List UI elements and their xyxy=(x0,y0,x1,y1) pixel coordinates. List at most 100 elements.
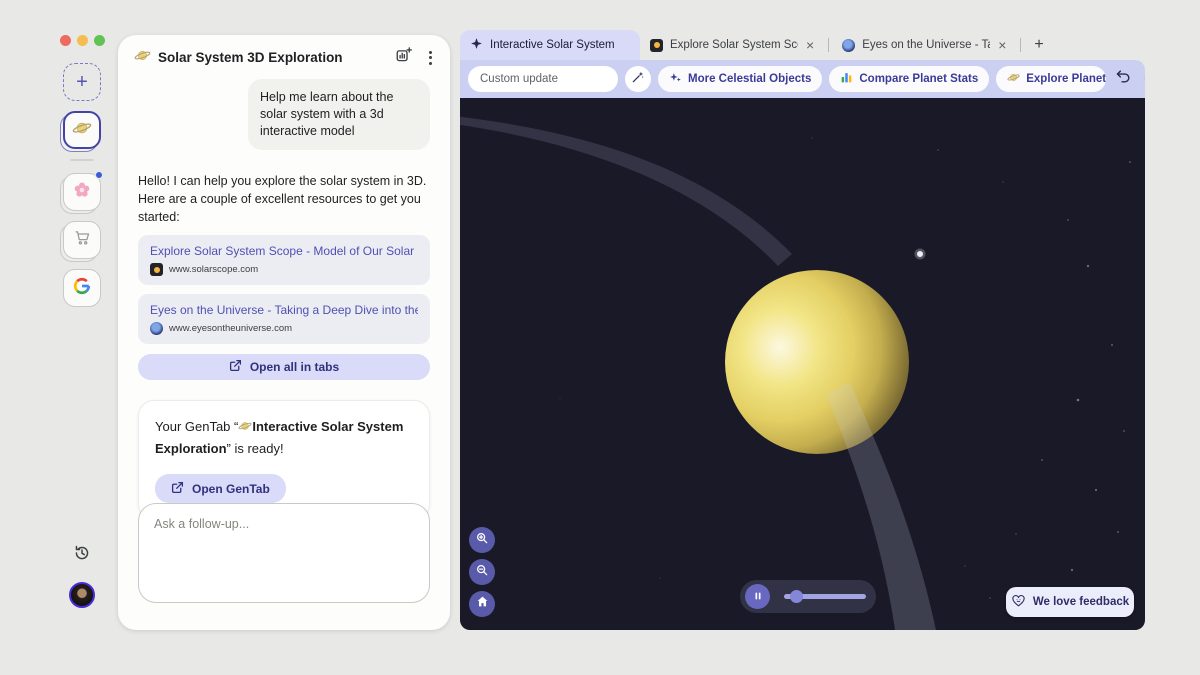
cart-icon xyxy=(74,229,91,251)
minimize-window-button[interactable] xyxy=(77,35,88,46)
redo-button[interactable] xyxy=(1140,69,1145,89)
new-tab-button[interactable]: + xyxy=(1034,36,1043,54)
sidebar-item-blossom[interactable] xyxy=(63,173,101,211)
magic-wand-icon xyxy=(631,70,645,89)
rail-divider xyxy=(70,159,94,161)
tool-button-label: Compare Planet Stats xyxy=(859,73,978,85)
saturn-icon xyxy=(134,47,151,69)
tool-button-label: Explore Planet Surfa xyxy=(1026,73,1106,85)
add-to-canvas-icon[interactable] xyxy=(395,46,413,69)
tab-interactive-solar-system[interactable]: Interactive Solar System Explor... xyxy=(460,30,640,60)
link-title: Explore Solar System Scope - Model of Ou… xyxy=(150,244,418,258)
sparkle-icon xyxy=(470,37,483,53)
link-url: www.solarscope.com xyxy=(169,264,258,275)
redo-icon xyxy=(1142,68,1145,90)
solar-system-scene xyxy=(460,98,1145,630)
feedback-button[interactable]: We love feedback xyxy=(1006,587,1134,617)
google-icon xyxy=(73,277,91,300)
home-view-button[interactable] xyxy=(469,591,495,617)
chat-header: Solar System 3D Exploration xyxy=(118,35,450,75)
user-message: Help me learn about the solar system wit… xyxy=(248,79,430,150)
home-icon xyxy=(476,595,489,613)
open-all-label: Open all in tabs xyxy=(250,360,339,374)
planet-saturn[interactable] xyxy=(725,270,909,454)
kebab-menu-icon[interactable] xyxy=(427,49,434,67)
zoom-in-button[interactable] xyxy=(469,527,495,553)
gentab-toolbar: More Celestial Objects Compare Planet St… xyxy=(460,60,1145,98)
close-window-button[interactable] xyxy=(60,35,71,46)
saturn-icon xyxy=(72,118,92,143)
zoom-in-icon xyxy=(475,531,489,550)
notification-dot xyxy=(95,171,103,179)
sidebar-item-shopping[interactable] xyxy=(63,221,101,259)
close-tab-icon[interactable]: × xyxy=(805,38,815,52)
link-url: www.eyesontheuniverse.com xyxy=(169,323,292,334)
sidebar-item-solar-system[interactable] xyxy=(63,111,101,149)
tab-title: Interactive Solar System Explor... xyxy=(490,39,618,51)
tool-button-label: More Celestial Objects xyxy=(688,73,811,85)
solar-system-3d-viewport[interactable]: We love feedback xyxy=(460,98,1145,630)
close-tab-icon[interactable]: × xyxy=(997,38,1007,52)
heart-face-icon xyxy=(1011,593,1026,611)
eyesuniverse-favicon xyxy=(150,322,163,335)
open-in-new-icon xyxy=(229,359,242,375)
bar-chart-icon xyxy=(840,71,853,87)
orbit-ring-back xyxy=(460,116,792,266)
chat-thread: Help me learn about the solar system wit… xyxy=(118,75,450,520)
compare-planet-stats-button[interactable]: Compare Planet Stats xyxy=(829,66,989,92)
browser-tab-strip: Interactive Solar System Explor... Explo… xyxy=(460,30,1145,60)
playback-controls xyxy=(740,580,876,613)
new-tab-group-button[interactable]: + xyxy=(63,63,101,101)
zoom-out-icon xyxy=(475,563,489,582)
open-in-new-icon xyxy=(171,481,184,497)
custom-update-input[interactable] xyxy=(468,66,618,92)
window-controls xyxy=(60,35,105,46)
chat-title: Solar System 3D Exploration xyxy=(158,50,343,65)
link-card[interactable]: Eyes on the Universe - Taking a Deep Div… xyxy=(138,294,430,344)
gentab-ready-message: Your GenTab “Interactive Solar System Ex… xyxy=(155,417,413,458)
speed-slider[interactable] xyxy=(784,590,866,603)
explore-planet-surface-button[interactable]: Explore Planet Surfa xyxy=(996,66,1106,92)
more-celestial-objects-button[interactable]: More Celestial Objects xyxy=(658,66,822,92)
zoom-out-button[interactable] xyxy=(469,559,495,585)
open-all-in-tabs-button[interactable]: Open all in tabs xyxy=(138,354,430,380)
zoom-controls xyxy=(469,527,495,617)
pause-button[interactable] xyxy=(745,584,770,609)
open-gentab-button[interactable]: Open GenTab xyxy=(155,474,286,503)
link-card[interactable]: Explore Solar System Scope - Model of Ou… xyxy=(138,235,430,285)
sparkles-icon xyxy=(669,71,682,87)
assistant-message: Hello! I can help you explore the solar … xyxy=(138,172,430,226)
tab-separator xyxy=(1020,38,1021,52)
speed-slider-thumb[interactable] xyxy=(790,590,803,603)
blossom-icon xyxy=(73,181,91,204)
history-icon xyxy=(73,549,91,566)
open-gentab-label: Open GenTab xyxy=(192,482,270,496)
launcher-rail: + xyxy=(63,63,101,317)
moon[interactable] xyxy=(917,251,923,257)
maximize-window-button[interactable] xyxy=(94,35,105,46)
chat-panel: Solar System 3D Exploration Help me lear… xyxy=(118,35,450,630)
gentab-prefix: Your GenTab “ xyxy=(155,419,238,434)
gentab-ready-card: Your GenTab “Interactive Solar System Ex… xyxy=(138,400,430,520)
tab-eyes-on-universe[interactable]: Eyes on the Universe - Taking × xyxy=(832,30,1017,60)
magic-wand-button[interactable] xyxy=(625,66,651,92)
follow-up-input[interactable] xyxy=(138,503,430,603)
undo-icon xyxy=(1115,68,1132,90)
pause-icon xyxy=(753,588,763,606)
user-avatar[interactable] xyxy=(69,582,95,608)
eyesuniverse-favicon xyxy=(842,39,855,52)
gentab-suffix: ” is ready! xyxy=(227,441,284,456)
tab-title: Explore Solar System Scope - xyxy=(670,39,798,51)
plus-icon: + xyxy=(76,71,88,94)
history-button[interactable] xyxy=(73,544,91,562)
tab-title: Eyes on the Universe - Taking xyxy=(862,39,990,51)
undo-button[interactable] xyxy=(1113,69,1133,89)
tab-separator xyxy=(828,38,829,52)
solarscope-favicon xyxy=(150,263,163,276)
saturn-icon xyxy=(1007,71,1020,87)
sidebar-item-google[interactable] xyxy=(63,269,101,307)
saturn-icon xyxy=(238,419,252,439)
feedback-label: We love feedback xyxy=(1033,596,1129,608)
link-title: Eyes on the Universe - Taking a Deep Div… xyxy=(150,303,418,317)
tab-solar-system-scope[interactable]: Explore Solar System Scope - × xyxy=(640,30,825,60)
